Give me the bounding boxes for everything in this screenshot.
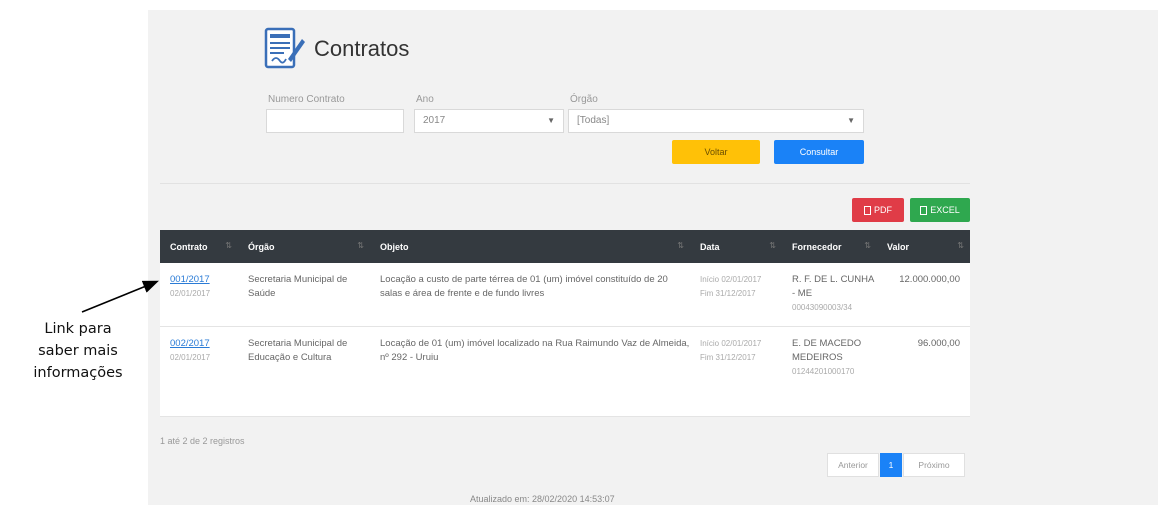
fornecedor-cell: E. DE MACEDO MEDEIROS 01244201000170: [782, 326, 877, 417]
data-inicio: Início 02/01/2017: [700, 338, 762, 348]
annotation-line: informações: [33, 365, 123, 381]
pagination-next[interactable]: Próximo: [903, 453, 965, 477]
ano-select[interactable]: 2017 ▼: [414, 109, 564, 133]
table-row: 002/2017 02/01/2017 Secretaria Municipal…: [160, 326, 970, 417]
ano-label: Ano: [416, 94, 434, 105]
valor-cell: 12.000.000,00: [877, 263, 970, 327]
contrato-cell: 002/2017 02/01/2017: [160, 326, 238, 417]
voltar-button[interactable]: Voltar: [672, 140, 760, 164]
orgao-label: Órgão: [570, 94, 598, 105]
contracts-table: Contrato ⇅ Órgão ⇅ Objeto ⇅ Data ⇅ Fornecedo…: [160, 230, 970, 417]
contrato-cell: 001/2017 02/01/2017: [160, 263, 238, 327]
table-header-row: Contrato ⇅ Órgão ⇅ Objeto ⇅ Data ⇅ Fornecedo…: [160, 230, 970, 263]
orgao-select-value: [Todas]: [577, 115, 610, 126]
fornecedor-name: E. DE MACEDO MEDEIROS: [792, 337, 862, 363]
orgao-cell: Secretaria Municipal de Educação e Cultu…: [238, 326, 370, 417]
contrato-link[interactable]: 002/2017: [170, 337, 238, 351]
data-cell: Início 02/01/2017 Fim 31/12/2017: [690, 263, 782, 327]
orgao-cell: Secretaria Municipal de Saúde: [238, 263, 370, 327]
numero-contrato-label: Numero Contrato: [268, 94, 345, 105]
table-row: 001/2017 02/01/2017 Secretaria Municipal…: [160, 263, 970, 327]
orgao-select[interactable]: [Todas] ▼: [568, 109, 864, 133]
chevron-down-icon: ▼: [547, 116, 555, 125]
sort-icon: ⇅: [225, 241, 232, 250]
annotation-line: Link para: [44, 321, 112, 337]
excel-export-button[interactable]: EXCEL: [910, 198, 970, 222]
data-inicio: Início 02/01/2017: [700, 275, 762, 284]
sort-icon: ⇅: [864, 241, 871, 250]
column-header-valor[interactable]: Valor ⇅: [877, 230, 970, 263]
excel-label: EXCEL: [930, 205, 960, 215]
sort-icon: ⇅: [769, 241, 776, 250]
consultar-button[interactable]: Consultar: [774, 140, 864, 164]
annotation-text: Link para saber mais informações: [8, 318, 148, 384]
column-header-contrato[interactable]: Contrato ⇅: [160, 230, 238, 263]
page-title: Contratos: [314, 36, 410, 61]
column-header-data[interactable]: Data ⇅: [690, 230, 782, 263]
sort-icon: ⇅: [677, 241, 684, 250]
sort-icon: ⇅: [957, 241, 964, 250]
last-updated: Atualizado em: 28/02/2020 14:53:07: [470, 494, 615, 504]
column-header-fornecedor[interactable]: Fornecedor ⇅: [782, 230, 877, 263]
records-info: 1 até 2 de 2 registros: [160, 436, 245, 446]
divider: [160, 183, 970, 184]
numero-contrato-input[interactable]: [266, 109, 404, 133]
ano-select-value: 2017: [423, 115, 446, 126]
contract-document-icon: [260, 25, 308, 73]
fornecedor-name: R. F. DE L. CUNHA - ME: [792, 274, 874, 299]
pagination-prev[interactable]: Anterior: [827, 453, 879, 477]
chevron-down-icon: ▼: [847, 116, 855, 125]
objeto-cell: Locação de 01 (um) imóvel localizado na …: [370, 326, 690, 417]
fornecedor-doc: 01244201000170: [792, 366, 855, 376]
pdf-export-button[interactable]: PDF: [852, 198, 904, 222]
data-fim: Fim 31/12/2017: [700, 289, 756, 298]
pagination-page-1[interactable]: 1: [880, 453, 902, 477]
excel-file-icon: [920, 205, 928, 215]
contrato-link[interactable]: 001/2017: [170, 273, 238, 287]
page-header: Contratos: [260, 22, 409, 76]
sort-icon: ⇅: [357, 241, 364, 250]
objeto-cell: Locação a custo de parte térrea de 01 (u…: [370, 263, 690, 327]
fornecedor-doc: 00043090003/34: [792, 303, 853, 312]
pdf-file-icon: [864, 205, 871, 215]
data-fim: Fim 31/12/2017: [700, 352, 756, 362]
annotation-line: saber mais: [38, 343, 118, 359]
column-header-orgao[interactable]: Órgão ⇅: [238, 230, 370, 263]
pdf-label: PDF: [874, 205, 892, 215]
contrato-date: 02/01/2017: [170, 289, 211, 298]
data-cell: Início 02/01/2017 Fim 31/12/2017: [690, 326, 782, 417]
fornecedor-cell: R. F. DE L. CUNHA - ME 00043090003/34: [782, 263, 877, 327]
column-header-objeto[interactable]: Objeto ⇅: [370, 230, 690, 263]
contrato-date: 02/01/2017: [170, 352, 211, 362]
valor-cell: 96.000,00: [877, 326, 970, 417]
